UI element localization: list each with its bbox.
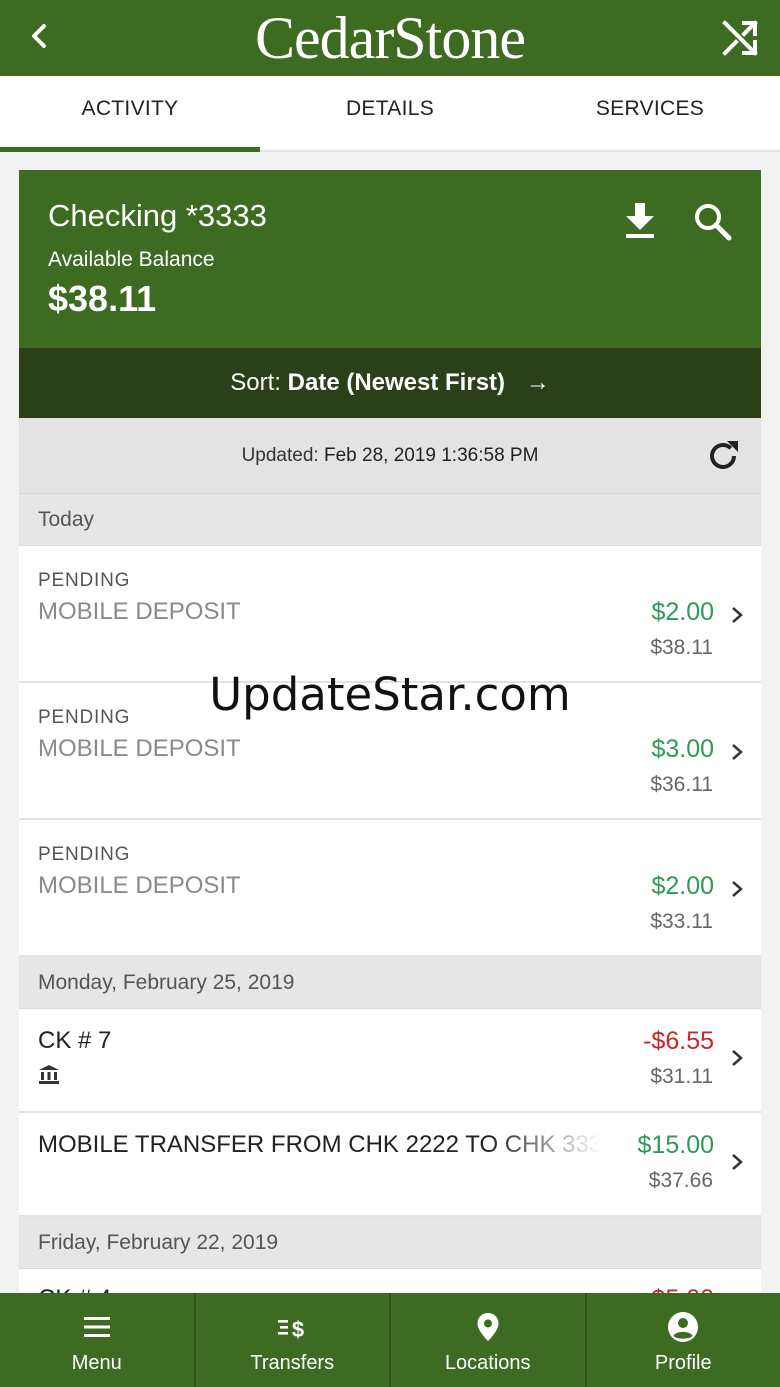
running-balance: $37.66 xyxy=(648,1169,713,1192)
nav-label: Menu xyxy=(71,1352,122,1374)
tab-activity[interactable]: ACTIVITY xyxy=(0,76,260,152)
updated-prefix: Updated: xyxy=(241,445,319,466)
transaction-amount: $2.00 xyxy=(651,598,714,626)
running-balance: $36.11 xyxy=(650,773,713,796)
updated-text: Updated: Feb 28, 2019 1:36:58 PM xyxy=(19,418,761,494)
chevron-right-icon xyxy=(732,881,743,897)
sort-button[interactable]: Sort: Date (Newest First) → xyxy=(19,348,761,418)
transaction-description: CK # 7 xyxy=(38,1027,112,1054)
transaction-description: MOBILE DEPOSIT xyxy=(38,735,241,762)
transaction-row[interactable]: CK # 4 -$5.00 xyxy=(19,1269,761,1294)
nav-menu[interactable]: Menu xyxy=(0,1293,196,1387)
nav-transfers[interactable]: $ Transfers xyxy=(196,1293,391,1387)
available-balance: $38.11 xyxy=(48,278,157,319)
tab-details[interactable]: DETAILS xyxy=(260,76,520,150)
chevron-right-icon xyxy=(732,744,743,760)
date-header: Today xyxy=(19,494,761,546)
chevron-right-icon xyxy=(732,1050,743,1066)
nav-label: Transfers xyxy=(250,1352,335,1374)
nav-profile[interactable]: Profile xyxy=(587,1293,780,1387)
arrow-right-icon: → xyxy=(525,369,550,396)
location-pin-icon xyxy=(477,1313,499,1341)
tab-bar: ACTIVITY DETAILS SERVICES xyxy=(0,76,780,152)
account-summary: Checking *3333 Available Balance $38.11 xyxy=(19,170,761,348)
chevron-right-icon xyxy=(732,607,743,623)
search-icon[interactable] xyxy=(693,202,733,242)
transaction-row[interactable]: MOBILE TRANSFER FROM CHK 2222 TO CHK 333… xyxy=(19,1113,761,1217)
bank-icon xyxy=(39,1065,59,1084)
updated-timestamp: Feb 28, 2019 1:36:58 PM xyxy=(323,445,539,466)
running-balance: $31.11 xyxy=(650,1065,713,1088)
transfers-icon: $ xyxy=(278,1317,304,1342)
transaction-status: PENDING xyxy=(38,844,131,865)
transaction-row[interactable]: CK # 7 -$6.55 $31.11 xyxy=(19,1009,761,1113)
running-balance: $33.11 xyxy=(650,910,713,933)
svg-text:$: $ xyxy=(292,1317,304,1342)
balance-label: Available Balance xyxy=(48,248,215,271)
watermark-text: UpdateStar.com xyxy=(209,668,571,721)
account-card: Checking *3333 Available Balance $38.11 … xyxy=(19,170,761,1294)
running-balance: $38.11 xyxy=(650,636,713,659)
transaction-amount: $2.00 xyxy=(651,872,714,900)
text-fade xyxy=(489,1113,629,1215)
nav-locations[interactable]: Locations xyxy=(391,1293,587,1387)
transaction-description: MOBILE DEPOSIT xyxy=(38,598,241,625)
nav-label: Profile xyxy=(654,1352,712,1374)
transaction-row[interactable]: PENDING MOBILE DEPOSIT $2.00 $38.11 xyxy=(19,546,761,683)
tab-services[interactable]: SERVICES xyxy=(520,76,780,150)
date-header: Friday, February 22, 2019 xyxy=(19,1217,761,1269)
sort-value: Date (Newest First) xyxy=(287,369,506,396)
bottom-nav: Menu $ Transfers Locations Profile xyxy=(0,1293,780,1387)
chevron-right-icon xyxy=(732,1154,743,1170)
transaction-amount: $3.00 xyxy=(651,735,714,763)
account-name: Checking *3333 xyxy=(48,198,267,233)
menu-icon xyxy=(83,1317,110,1337)
transaction-amount: -$6.55 xyxy=(643,1027,714,1055)
app-logo: CedarStone xyxy=(255,5,526,71)
profile-icon xyxy=(668,1312,699,1342)
shuffle-icon[interactable] xyxy=(720,18,760,58)
date-header: Monday, February 25, 2019 xyxy=(19,957,761,1009)
sort-prefix: Sort: xyxy=(230,369,281,396)
download-icon[interactable] xyxy=(623,200,657,240)
app-header: CedarStone xyxy=(0,0,780,76)
transaction-status: PENDING xyxy=(38,570,131,591)
refresh-icon[interactable] xyxy=(705,438,741,474)
updated-bar: Updated: Feb 28, 2019 1:36:58 PM xyxy=(19,418,761,494)
nav-label: Locations xyxy=(444,1352,531,1374)
transaction-description: MOBILE DEPOSIT xyxy=(38,872,241,899)
transaction-row[interactable]: PENDING MOBILE DEPOSIT $2.00 $33.11 xyxy=(19,820,761,957)
transaction-amount: $15.00 xyxy=(637,1131,714,1159)
